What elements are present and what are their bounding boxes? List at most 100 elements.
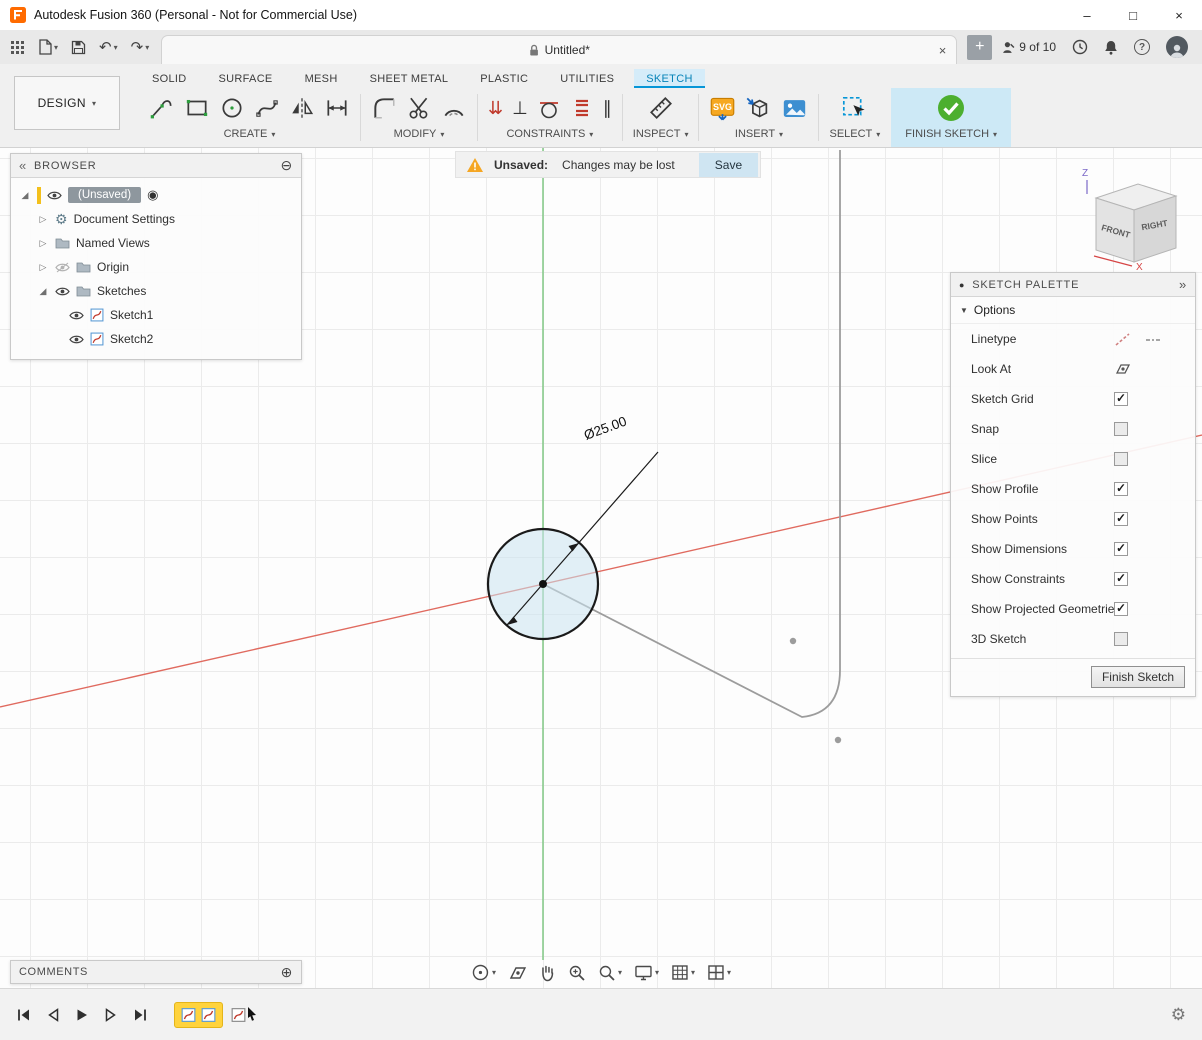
slice-checkbox[interactable]: [1114, 452, 1128, 466]
tab-sketch[interactable]: SKETCH: [634, 69, 704, 88]
timeline-sketch2-marker[interactable]: [201, 1007, 216, 1023]
file-menu-button[interactable]: ▾: [38, 39, 58, 55]
save-warning-button[interactable]: Save: [699, 153, 758, 177]
insert-mesh-icon[interactable]: [745, 95, 772, 122]
visibility-eye-icon[interactable]: [69, 334, 84, 345]
sketch-point[interactable]: [790, 638, 796, 644]
viewports-button[interactable]: ▾: [707, 964, 731, 981]
visibility-eye-icon[interactable]: [55, 286, 70, 297]
select-dropdown[interactable]: SELECT ▾: [829, 126, 880, 145]
visibility-eye-icon[interactable]: [69, 310, 84, 321]
app-grid-icon[interactable]: [10, 40, 25, 55]
inspect-dropdown[interactable]: INSPECT ▾: [633, 126, 689, 145]
timeline-dragged-marker[interactable]: [231, 1007, 257, 1023]
tab-plastic[interactable]: PLASTIC: [468, 69, 540, 88]
offset-tool-icon[interactable]: [441, 95, 467, 121]
undo-button[interactable]: ↶ ▾: [99, 40, 118, 55]
finish-sketch-check-icon[interactable]: [936, 93, 966, 123]
timeline-sketch1-marker[interactable]: [181, 1007, 196, 1023]
notifications-button[interactable]: [1104, 40, 1118, 55]
parallel-constraint-icon[interactable]: ∥: [603, 99, 612, 117]
browser-item-named-views[interactable]: ▷ Named Views: [11, 231, 301, 255]
tab-solid[interactable]: SOLID: [140, 69, 199, 88]
fit-button[interactable]: ▾: [598, 964, 622, 982]
minimize-button[interactable]: –: [1064, 0, 1110, 30]
go-to-start-button[interactable]: [16, 1008, 31, 1022]
equal-constraint-icon[interactable]: [570, 96, 594, 120]
spline-tool-icon[interactable]: [254, 95, 280, 121]
expander-collapsed-icon[interactable]: ▷: [37, 214, 49, 225]
grid-settings-button[interactable]: ▾: [671, 964, 695, 981]
modify-dropdown[interactable]: MODIFY ▾: [394, 126, 445, 145]
trim-scissors-tool-icon[interactable]: [406, 95, 432, 121]
show-constraints-checkbox[interactable]: [1114, 572, 1128, 586]
visibility-eye-icon[interactable]: [47, 190, 62, 201]
rectangle-tool-icon[interactable]: [184, 95, 210, 121]
browser-display-toggle-icon[interactable]: ⊖: [280, 157, 293, 174]
visibility-off-eye-icon[interactable]: [55, 262, 70, 273]
comments-bar[interactable]: COMMENTS ⊕: [10, 960, 302, 984]
perpendicular-constraint-icon[interactable]: ⊥: [512, 99, 528, 117]
tab-sheet-metal[interactable]: SHEET METAL: [358, 69, 461, 88]
show-projected-geometries-checkbox[interactable]: [1114, 602, 1128, 616]
orbit-button[interactable]: ▾: [471, 963, 496, 982]
browser-item-sketch1[interactable]: Sketch1: [11, 303, 301, 327]
help-button[interactable]: ?: [1134, 39, 1150, 55]
history-clock-button[interactable]: [1072, 39, 1088, 55]
centerline-linetype-icon[interactable]: [1145, 332, 1162, 347]
tab-surface[interactable]: SURFACE: [207, 69, 285, 88]
select-tool-icon[interactable]: [841, 95, 868, 122]
browser-item-document-settings[interactable]: ▷ ⚙ Document Settings: [11, 207, 301, 231]
finish-sketch-button[interactable]: FINISH SKETCH ▾: [905, 126, 997, 145]
look-at-icon[interactable]: [1114, 362, 1131, 376]
expander-expanded-icon[interactable]: ◢: [19, 190, 31, 201]
browser-item-sketches[interactable]: ◢ Sketches: [11, 279, 301, 303]
construction-linetype-icon[interactable]: [1114, 332, 1131, 347]
document-tab-untitled[interactable]: Untitled* ×: [161, 35, 957, 64]
dimension-value-label[interactable]: Ø25.00: [582, 414, 629, 443]
browser-root-document[interactable]: ◢ (Unsaved) ◉: [11, 183, 301, 207]
tab-close-button[interactable]: ×: [939, 43, 947, 58]
sketch-point[interactable]: [835, 737, 841, 743]
measure-tool-icon[interactable]: [648, 95, 674, 121]
sketch-dimension-tool-icon[interactable]: [324, 95, 350, 121]
play-button[interactable]: [75, 1008, 89, 1022]
active-document-radio-icon[interactable]: ◉: [147, 187, 158, 203]
line-tool-icon[interactable]: [149, 95, 175, 121]
create-dropdown[interactable]: CREATE ▾: [224, 126, 276, 145]
pan-button[interactable]: [539, 964, 556, 982]
options-section-toggle[interactable]: ▼ Options: [951, 297, 1195, 324]
finish-sketch-palette-button[interactable]: Finish Sketch: [1091, 666, 1185, 688]
timeline-selected-group[interactable]: [174, 1002, 223, 1028]
user-avatar[interactable]: [1166, 36, 1188, 58]
step-back-button[interactable]: [46, 1008, 60, 1022]
add-comment-icon[interactable]: ⊕: [281, 964, 293, 981]
collapse-palette-icon[interactable]: »: [1179, 277, 1187, 292]
viewcube[interactable]: Z FRONT RIGHT X: [1074, 162, 1194, 274]
go-to-end-button[interactable]: [133, 1008, 148, 1022]
coincident-constraint-icon[interactable]: ⇊: [488, 99, 503, 117]
collapse-browser-icon[interactable]: «: [19, 158, 27, 173]
fillet-tool-icon[interactable]: [371, 95, 397, 121]
tab-mesh[interactable]: MESH: [293, 69, 350, 88]
new-document-tab-button[interactable]: +: [967, 35, 992, 60]
tab-utilities[interactable]: UTILITIES: [548, 69, 626, 88]
document-name-badge[interactable]: (Unsaved): [68, 187, 141, 203]
show-profile-checkbox[interactable]: [1114, 482, 1128, 496]
workspace-selector[interactable]: DESIGN ▾: [14, 76, 120, 130]
look-at-button[interactable]: [508, 965, 527, 981]
browser-item-origin[interactable]: ▷ Origin: [11, 255, 301, 279]
circle-tool-icon[interactable]: [219, 95, 245, 121]
step-forward-button[interactable]: [104, 1008, 118, 1022]
expander-collapsed-icon[interactable]: ▷: [37, 238, 49, 249]
browser-item-sketch2[interactable]: Sketch2: [11, 327, 301, 351]
tangent-constraint-icon[interactable]: [537, 96, 561, 120]
insert-canvas-icon[interactable]: [781, 95, 808, 122]
show-dimensions-checkbox[interactable]: [1114, 542, 1128, 556]
job-status-button[interactable]: 9 of 10: [1002, 40, 1056, 54]
mirror-tool-icon[interactable]: [289, 95, 315, 121]
circle-center-point[interactable]: [539, 580, 547, 588]
show-points-checkbox[interactable]: [1114, 512, 1128, 526]
model-canvas[interactable]: Ø25.00 Unsaved: Changes may be lost Save…: [0, 148, 1202, 988]
display-settings-button[interactable]: ▾: [634, 964, 659, 981]
